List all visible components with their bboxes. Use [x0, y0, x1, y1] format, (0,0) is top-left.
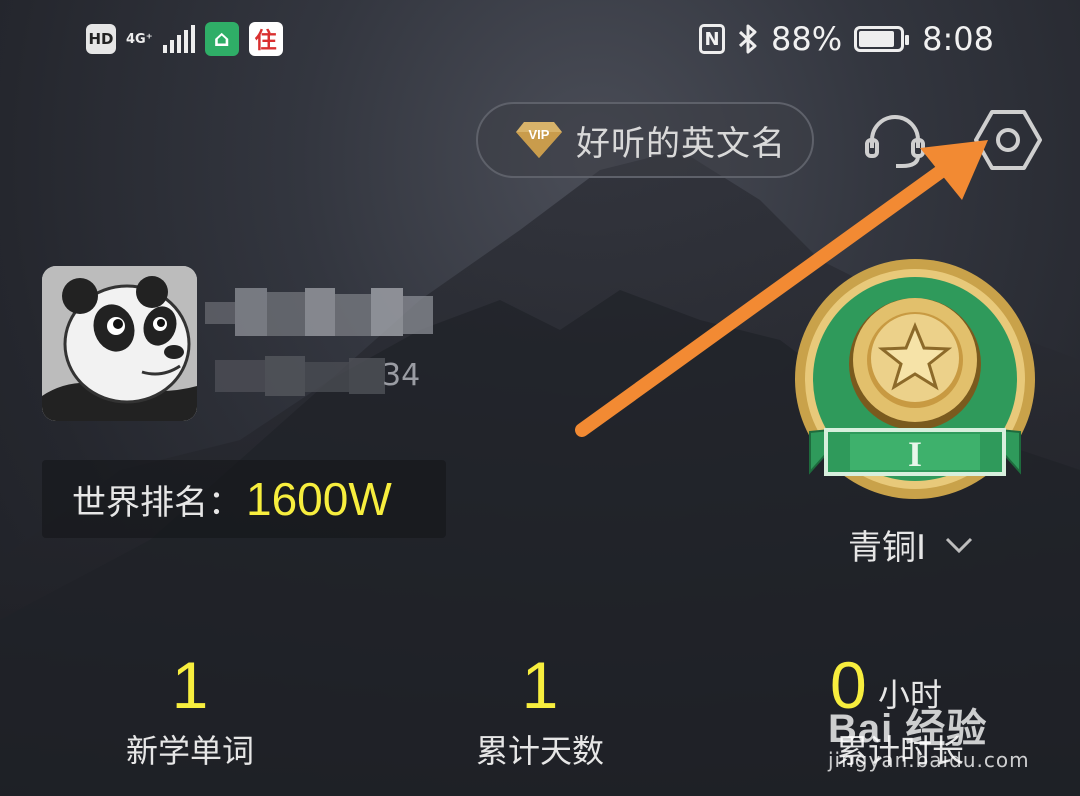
clock: 8:08 — [922, 20, 994, 58]
status-bar: HD 4G⁺ ⌂ 住 N 88% 8:08 — [0, 0, 1080, 84]
stat-label: 累计天数 — [475, 732, 604, 770]
settings-gear-icon[interactable] — [972, 104, 1044, 176]
world-rank-value: 1600W — [246, 473, 392, 525]
watermark-main: Bai 经验 — [828, 707, 988, 751]
stat-label: 新学单词 — [125, 732, 254, 770]
network-type: 4G⁺ — [126, 31, 153, 47]
level-selector[interactable]: 青铜I — [848, 520, 974, 569]
stat-value: 1 — [521, 648, 559, 722]
chevron-down-icon — [945, 537, 973, 553]
battery-icon — [854, 26, 910, 52]
user-id-tail: 34 — [382, 358, 421, 393]
house-app-icon: ⌂ — [204, 22, 239, 56]
vip-badge-text: VIP — [529, 127, 550, 142]
stat-value: 1 — [171, 648, 209, 722]
stat-new-words: 1 新学单词 — [100, 650, 280, 772]
status-right: N 88% 8:08 — [699, 20, 994, 58]
nfc-icon: N — [699, 24, 726, 54]
user-id-blurred — [215, 356, 385, 396]
signal-icon — [162, 25, 195, 53]
battery-fill — [859, 31, 895, 47]
avatar[interactable] — [42, 266, 197, 421]
baidu-jingyan-watermark: Bai 经验 jingyan.baidu.com — [828, 696, 1030, 772]
world-rank-label: 世界排名： — [72, 482, 242, 523]
app-icon-zhu: 住 — [248, 22, 283, 56]
watermark-sub: jingyan.baidu.com — [828, 748, 1030, 772]
hd-badge: HD — [86, 24, 116, 54]
vip-name-button[interactable]: VIP 好听的英文名 — [476, 102, 814, 178]
battery-percent: 88% — [771, 20, 843, 58]
bronze-medal-icon[interactable]: I — [790, 254, 1040, 504]
headset-icon[interactable] — [862, 110, 928, 176]
vip-title: 好听的英文名 — [576, 123, 786, 164]
level-name: 青铜I — [848, 528, 927, 568]
status-left: HD 4G⁺ ⌂ 住 — [86, 22, 283, 56]
panda-avatar-image — [42, 266, 197, 421]
bluetooth-icon — [738, 24, 757, 54]
vip-gem-icon: VIP — [516, 122, 562, 158]
medal-mark: I — [908, 434, 922, 474]
stat-total-days: 1 累计天数 — [450, 650, 630, 772]
nickname-blurred — [205, 288, 433, 336]
world-rank-box[interactable]: 世界排名： 1600W — [42, 460, 446, 538]
